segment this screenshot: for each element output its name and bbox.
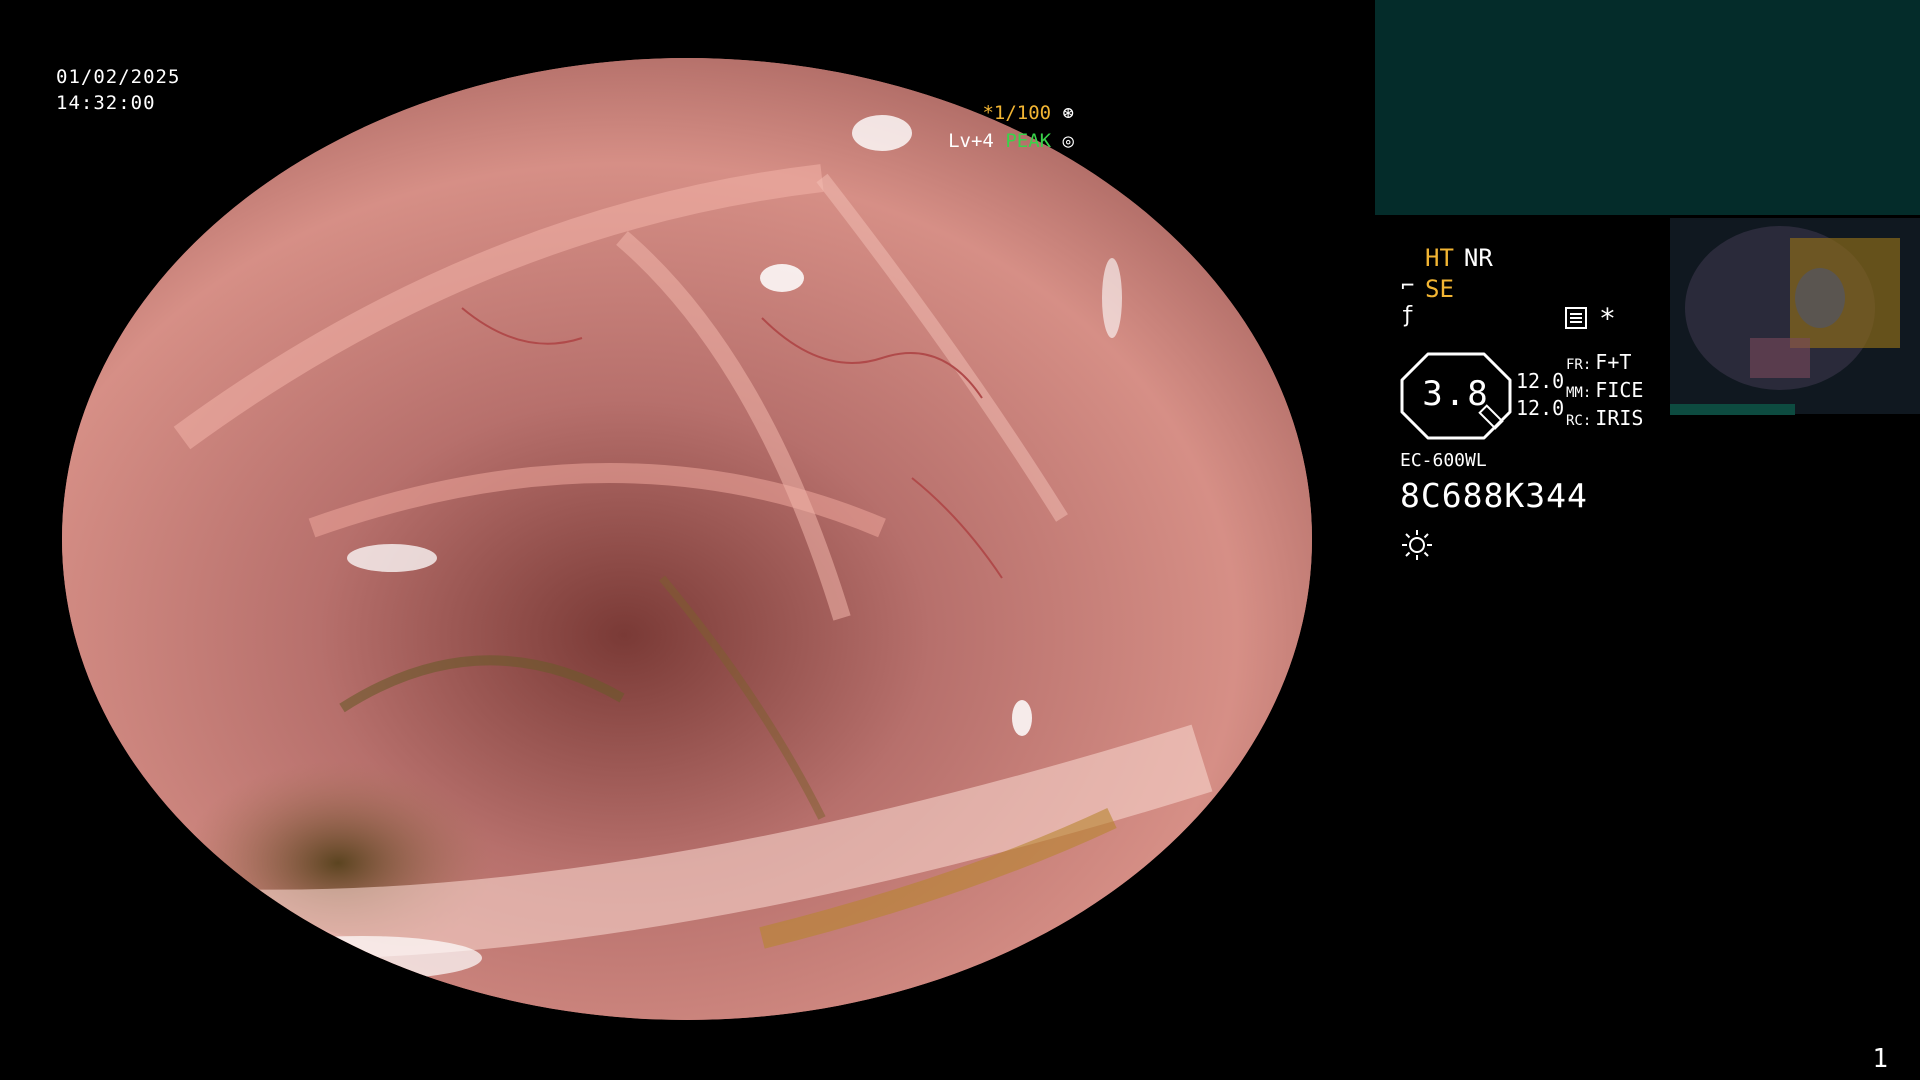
light-icon xyxy=(1402,530,1432,560)
level-text: Lv+4 xyxy=(948,130,994,152)
datetime: 01/02/2025 14:32:00 xyxy=(56,64,180,116)
mm-label: MM: xyxy=(1566,385,1592,401)
pip-preview xyxy=(1670,218,1920,414)
scope-serial: 8C688K344 xyxy=(1400,476,1588,515)
shutter-row: *1/100 ⊛ xyxy=(948,99,1074,127)
settings-icon xyxy=(1565,307,1587,329)
mm-row: MM: FICE xyxy=(1566,378,1643,406)
gauge-value: 3.8 xyxy=(1422,374,1490,414)
processing-flags: HT NR SE xyxy=(1425,243,1503,305)
endoscope-view xyxy=(62,58,1312,1020)
rc-label: RC: xyxy=(1566,413,1592,429)
peak-icon: ◎ xyxy=(1062,130,1074,152)
sub-panel xyxy=(1375,0,1920,215)
fr-value: F+T xyxy=(1595,350,1632,374)
pip-image xyxy=(1670,218,1920,414)
peak-text: PEAK xyxy=(1005,130,1052,152)
rc-value: IRIS xyxy=(1595,406,1644,430)
time-text: 14:32:00 xyxy=(56,92,156,114)
gauge-num-1: 12.0 xyxy=(1516,369,1565,393)
rc-row: RC: IRIS xyxy=(1566,406,1643,434)
shutter-speed: *1/100 xyxy=(982,102,1052,124)
mm-value: FICE xyxy=(1595,378,1644,402)
scope-model: EC-600WL xyxy=(1400,450,1487,471)
flag-icon: ⌐ xyxy=(1401,274,1415,299)
endoscope-image xyxy=(62,58,1312,1020)
date-text: 01/02/2025 xyxy=(56,66,181,88)
fr-label: FR: xyxy=(1566,357,1592,373)
gauge-labels: FR: F+T MM: FICE RC: IRIS xyxy=(1566,350,1643,434)
ht-flag: HT xyxy=(1425,244,1454,272)
pip-status-bar xyxy=(1670,404,1795,415)
gauge-num-2: 12.0 xyxy=(1516,396,1565,420)
star-icon: * xyxy=(1599,302,1616,335)
exposure-info: *1/100 ⊛ Lv+4 PEAK ◎ xyxy=(948,99,1074,155)
shutter-icon: ⊛ xyxy=(1062,102,1074,124)
flag-row-1: HT NR xyxy=(1425,243,1503,274)
gauge-numbers: 12.0 12.0 xyxy=(1516,368,1564,422)
page-number: 1 xyxy=(1872,1044,1888,1074)
peak-row: Lv+4 PEAK ◎ xyxy=(948,127,1074,155)
nr-flag: NR xyxy=(1463,244,1493,272)
fr-row: FR: F+T xyxy=(1566,350,1643,378)
flag-icon: ƒ xyxy=(1401,303,1415,328)
se-flag: SE xyxy=(1425,275,1454,303)
